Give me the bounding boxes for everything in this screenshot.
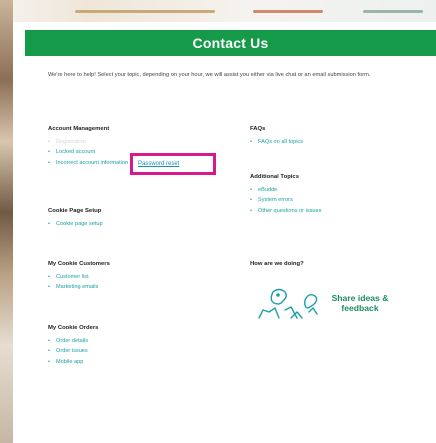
topic-link-order-details[interactable]: Order details bbox=[48, 336, 248, 347]
topic-link-customer-list[interactable]: Customer list bbox=[48, 272, 248, 283]
section-feedback: How are we doing? bbox=[250, 261, 420, 272]
topic-list: Cookie page setup bbox=[48, 219, 248, 230]
section-my-cookie-customers: My Cookie Customers Customer list Market… bbox=[48, 261, 248, 293]
topic-link-other-questions[interactable]: Other questions or issues bbox=[250, 206, 420, 217]
topic-link-mobile-app[interactable]: Mobile app bbox=[48, 357, 248, 368]
section-title: Cookie Page Setup bbox=[48, 208, 102, 214]
background-photo-top bbox=[13, 0, 436, 22]
section-additional-topics: Additional Topics eBudde System errors O… bbox=[250, 174, 420, 217]
decoration bbox=[75, 10, 215, 13]
topic-list: eBudde System errors Other questions or … bbox=[250, 185, 420, 217]
topic-link-system-errors[interactable]: System errors bbox=[250, 195, 420, 206]
topic-list: Order details Order issues Mobile app bbox=[48, 336, 248, 368]
section-title: Account Management bbox=[48, 126, 110, 132]
section-my-cookie-orders: My Cookie Orders Order details Order iss… bbox=[48, 325, 248, 368]
page-header: Contact Us bbox=[25, 30, 436, 56]
background-photo-edge bbox=[0, 0, 13, 443]
topic-link-marketing-emails[interactable]: Marketing emails bbox=[48, 282, 248, 293]
topic-link-cookie-page-setup[interactable]: Cookie page setup bbox=[48, 219, 248, 230]
share-feedback-label: Share ideas & feedback bbox=[331, 293, 389, 313]
page-title: Contact Us bbox=[192, 35, 269, 51]
section-title: My Cookie Orders bbox=[48, 325, 99, 331]
topic-list: FAQs on all topics bbox=[250, 137, 420, 148]
section-title: Additional Topics bbox=[250, 174, 299, 180]
share-feedback-button[interactable]: Share ideas & feedback bbox=[255, 283, 405, 323]
topic-link-ebudde[interactable]: eBudde bbox=[250, 185, 420, 196]
intro-text: We're here to help! Select your topic, d… bbox=[48, 72, 371, 78]
share-ideas-icon bbox=[258, 288, 318, 319]
section-title: My Cookie Customers bbox=[48, 261, 110, 267]
topic-link-registration[interactable]: Registration bbox=[48, 137, 248, 148]
section-cookie-page-setup: Cookie Page Setup Cookie page setup bbox=[48, 208, 248, 230]
topic-link-order-issues[interactable]: Order issues bbox=[48, 346, 248, 357]
section-title: How are we doing? bbox=[250, 261, 304, 267]
password-reset-link[interactable]: Password reset bbox=[138, 161, 179, 167]
section-title: FAQs bbox=[250, 126, 266, 132]
decoration bbox=[363, 10, 423, 13]
decoration bbox=[253, 10, 323, 13]
topic-link-faqs[interactable]: FAQs on all topics bbox=[250, 137, 420, 148]
topic-list: Customer list Marketing emails bbox=[48, 272, 248, 293]
highlighted-topic[interactable]: Password reset bbox=[130, 153, 216, 175]
section-faqs: FAQs FAQs on all topics bbox=[250, 126, 420, 148]
